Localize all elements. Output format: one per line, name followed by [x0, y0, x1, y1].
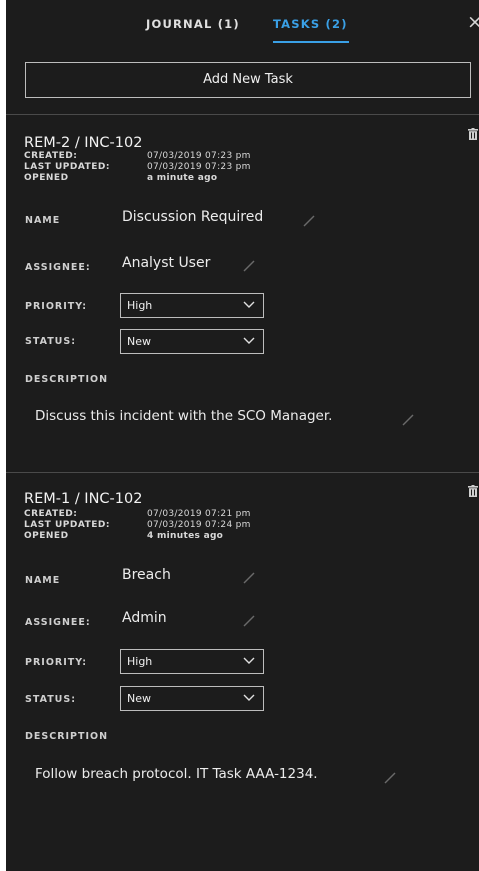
name-value: Breach — [122, 567, 171, 583]
add-new-task-button[interactable]: Add New Task — [25, 62, 471, 98]
trash-icon[interactable] — [468, 128, 478, 140]
name-label: NAME — [25, 575, 61, 586]
chevron-down-icon — [243, 301, 255, 308]
close-icon[interactable]: × — [467, 13, 479, 32]
pencil-icon[interactable] — [402, 414, 414, 426]
priority-label: PRIORITY: — [25, 657, 88, 668]
last-updated-value: 07/03/2019 07:23 pm — [147, 162, 251, 172]
status-selected-value: New — [127, 692, 151, 705]
assignee-value: Analyst User — [122, 255, 211, 271]
status-select[interactable]: New — [120, 329, 264, 354]
priority-select[interactable]: High — [120, 649, 264, 674]
created-label: CREATED: — [24, 509, 78, 519]
description-value: Follow breach protocol. IT Task AAA-1234… — [35, 766, 318, 782]
assignee-value: Admin — [122, 610, 167, 626]
chevron-down-icon — [243, 694, 255, 701]
description-label: DESCRIPTION — [25, 731, 109, 742]
trash-icon[interactable] — [468, 485, 478, 497]
created-value: 07/03/2019 07:23 pm — [147, 151, 251, 161]
description-value: Discuss this incident with the SCO Manag… — [35, 408, 333, 424]
task-title: REM-1 / INC-102 — [24, 491, 143, 507]
assignee-label: ASSIGNEE: — [25, 262, 91, 273]
opened-value: a minute ago — [147, 173, 218, 183]
chevron-down-icon — [243, 337, 255, 344]
priority-selected-value: High — [127, 299, 153, 312]
assignee-label: ASSIGNEE: — [25, 617, 91, 628]
pencil-icon[interactable] — [243, 615, 255, 627]
status-select[interactable]: New — [120, 686, 264, 711]
tab-journal[interactable]: JOURNAL (1) — [146, 17, 240, 31]
tab-tasks[interactable]: TASKS (2) — [273, 17, 348, 31]
pencil-icon[interactable] — [243, 572, 255, 584]
status-label: STATUS: — [25, 336, 77, 347]
pencil-icon[interactable] — [243, 260, 255, 272]
status-label: STATUS: — [25, 694, 77, 705]
opened-label: OPENED — [24, 173, 69, 183]
task-title: REM-2 / INC-102 — [24, 135, 143, 151]
status-selected-value: New — [127, 335, 151, 348]
divider — [6, 114, 479, 115]
name-label: NAME — [25, 215, 61, 226]
created-value: 07/03/2019 07:21 pm — [147, 509, 251, 519]
opened-label: OPENED — [24, 531, 69, 541]
divider — [6, 472, 479, 473]
task-panel: JOURNAL (1) TASKS (2) × Add New Task REM… — [6, 0, 479, 871]
description-label: DESCRIPTION — [25, 374, 109, 385]
priority-select[interactable]: High — [120, 293, 264, 318]
opened-value: 4 minutes ago — [147, 531, 224, 541]
created-label: CREATED: — [24, 151, 78, 161]
priority-label: PRIORITY: — [25, 301, 88, 312]
active-tab-indicator — [273, 41, 349, 43]
chevron-down-icon — [243, 657, 255, 664]
last-updated-value: 07/03/2019 07:24 pm — [147, 520, 251, 530]
last-updated-label: LAST UPDATED: — [24, 162, 110, 172]
tab-bar: JOURNAL (1) TASKS (2) × — [6, 0, 479, 50]
priority-selected-value: High — [127, 655, 153, 668]
pencil-icon[interactable] — [303, 215, 315, 227]
pencil-icon[interactable] — [384, 772, 396, 784]
name-value: Discussion Required — [122, 209, 264, 225]
last-updated-label: LAST UPDATED: — [24, 520, 110, 530]
